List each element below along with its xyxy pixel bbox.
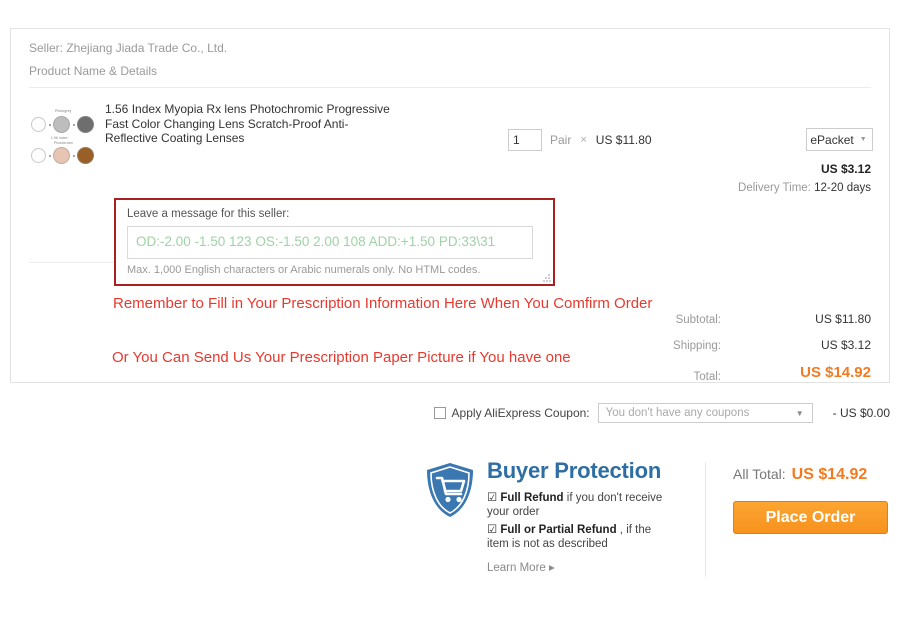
delivery-time-label: Delivery Time: [738, 182, 811, 194]
buyer-protection-item-1: ☑ Full Refund if you don't receive your o… [487, 491, 672, 519]
total-row: Total: US $14.92 [551, 364, 872, 383]
subtotal-row: Subtotal: US $11.80 [551, 312, 871, 326]
thumbnail-caption-middle: 1.56 index [51, 136, 68, 140]
seller-message-textarea[interactable]: OD:-2.00 -1.50 123 OS:-1.50 2.00 108 ADD… [127, 226, 533, 259]
buyer-protection-panel: Buyer Protection ☑ Full Refund if you don… [425, 458, 672, 574]
buyer-protection-item-1-bold: Full Refund [500, 492, 564, 504]
apply-coupon-label: Apply AliExpress Coupon: [451, 406, 590, 420]
place-order-button[interactable]: Place Order [733, 501, 888, 534]
learn-more-link[interactable]: Learn More ▸ [487, 560, 672, 574]
total-value: US $14.92 [800, 364, 871, 381]
shipping-value: US $3.12 [820, 338, 871, 352]
multiply-sign: × [580, 134, 587, 146]
checkmark-icon: ☑ [487, 492, 498, 504]
chevron-down-icon: ▼ [859, 136, 867, 143]
product-row: Photogrey 1.56 index Photobrown 1.56 Ind… [11, 88, 889, 166]
shipping-row: Shipping: US $3.12 [551, 338, 871, 352]
all-total: All Total: US $14.92 [733, 466, 867, 484]
seller-message-label: Leave a message for this seller: [127, 208, 290, 220]
subtotal-label: Subtotal: [675, 314, 721, 326]
unit-price: US $11.80 [595, 133, 652, 147]
buyer-protection-title: Buyer Protection [487, 458, 662, 483]
seller-name: Seller: Zhejiang Jiada Trade Co., Ltd. [29, 41, 228, 55]
product-thumbnail[interactable]: Photogrey 1.56 index Photobrown [29, 104, 97, 166]
product-section-label: Product Name & Details [29, 64, 158, 78]
product-title[interactable]: 1.56 Index Myopia Rx lens Photochromic P… [97, 102, 397, 146]
coupon-select[interactable]: You don't have any coupons ▼ [597, 403, 813, 423]
annotation-line-2: Or You Can Send Us Your Prescription Pap… [112, 349, 571, 366]
all-total-value: US $14.92 [791, 466, 868, 483]
shipping-method-value: ePacket [810, 132, 854, 147]
divider [29, 262, 114, 263]
order-totals: Subtotal: US $11.80 Shipping: US $3.12 T… [551, 312, 871, 393]
subtotal-value: US $11.80 [815, 312, 871, 326]
buyer-protection-item-2: ☑ Full or Partial Refund , if the item is… [487, 523, 672, 551]
shipping-method-select[interactable]: ePacket ▼ [806, 128, 873, 151]
chevron-down-icon: ▼ [795, 408, 804, 418]
shipping-price: US $3.12 [820, 162, 871, 176]
quantity-unit: Pair [550, 133, 572, 147]
annotation-line-1: Remember to Fill in Your Prescription In… [113, 295, 653, 312]
resize-grip-icon[interactable] [543, 274, 551, 282]
buyer-protection-text: Buyer Protection ☑ Full Refund if you don… [487, 458, 672, 574]
quantity-price-group: Pair × US $11.80 [508, 129, 652, 151]
delivery-time-value: 12-20 days [814, 182, 871, 194]
seller-message-hint: Max. 1,000 English characters or Arabic … [127, 264, 481, 276]
vertical-divider [705, 462, 706, 577]
quantity-input[interactable] [508, 129, 542, 151]
seller-message-highlight-box: Leave a message for this seller: OD:-2.0… [114, 198, 555, 286]
delivery-time: Delivery Time: 12-20 days [738, 182, 871, 194]
buyer-protection-item-2-bold: Full or Partial Refund [500, 524, 617, 536]
thumbnail-caption-top: Photogrey [55, 109, 72, 113]
coupon-select-value: You don't have any coupons [605, 407, 750, 419]
coupon-row: Apply AliExpress Coupon: You don't have … [0, 403, 890, 423]
shipping-label: Shipping: [673, 340, 721, 352]
apply-coupon-checkbox[interactable] [433, 407, 446, 419]
shield-cart-icon [425, 462, 475, 518]
thumbnail-caption-bottom: Photobrown [54, 141, 74, 145]
total-label: Total: [693, 371, 722, 383]
order-item-card: Seller: Zhejiang Jiada Trade Co., Ltd. P… [10, 28, 890, 383]
coupon-discount-amount: - US $0.00 [832, 406, 890, 420]
checkmark-icon: ☑ [487, 524, 498, 536]
all-total-label: All Total: [733, 466, 786, 482]
